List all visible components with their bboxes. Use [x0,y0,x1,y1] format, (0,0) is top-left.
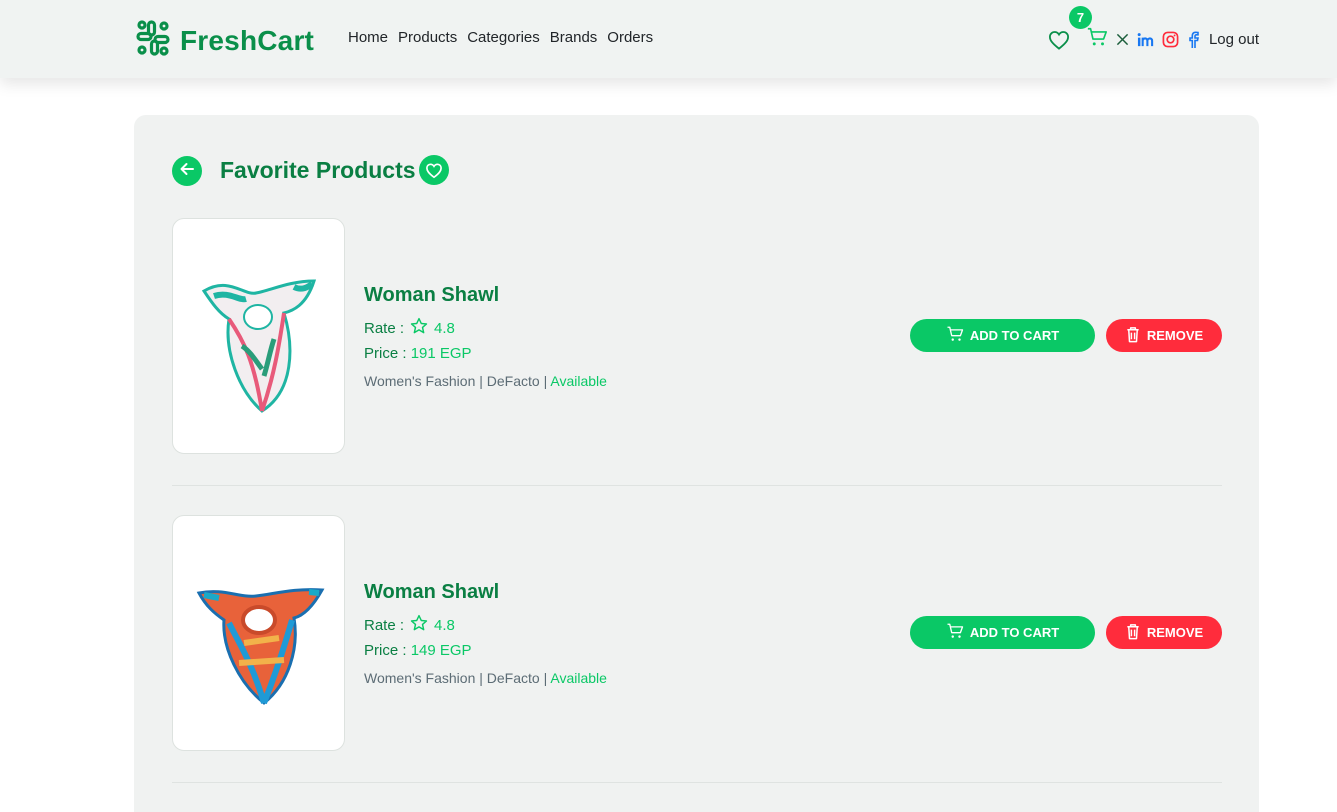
cart-count-badge: 7 [1068,6,1092,29]
navbar: FreshCart Home Products Categories Brand… [0,0,1337,78]
rate-label: Rate : [364,319,405,337]
nav-link-brands[interactable]: Brands [550,29,598,46]
product-image[interactable] [172,218,345,454]
price-value: 149 EGP [410,642,472,659]
favorite-item: Woman Shawl Rate : 4.8 Price : 149 EGP W… [172,515,1222,783]
availability-status: Available [550,373,607,389]
brand[interactable]: FreshCart [134,19,314,62]
remove-label: REMOVE [1146,625,1204,640]
product-meta: Women's Fashion | DeFacto | Available [364,670,607,686]
nav-link-home[interactable]: Home [348,29,388,46]
nav-right: 7 Log out [1048,6,1259,53]
price-value: 191 EGP [410,345,472,362]
brand-logo-icon [134,19,172,62]
logout-link[interactable]: Log out [1209,31,1259,48]
nav-link-categories[interactable]: Categories [467,29,540,46]
instagram-icon[interactable] [1162,31,1179,48]
rating-value: 4.8 [434,616,455,634]
product-category: Women's Fashion [364,373,476,389]
product-meta: Women's Fashion | DeFacto | Available [364,373,607,389]
product-name[interactable]: Woman Shawl [364,284,499,307]
add-to-cart-button[interactable]: ADD TO CART [910,319,1095,352]
arrow-left-icon [179,161,195,182]
product-category: Women's Fashion [364,670,476,686]
cart-icon [1086,27,1108,52]
add-to-cart-label: ADD TO CART [969,328,1060,343]
product-brand: DeFacto [486,670,540,686]
product-rating: Rate : 4.8 [364,614,455,636]
favorites-panel: Favorite Products Woman Shawl Rate : 4.8… [134,115,1259,812]
cart-icon [946,325,964,346]
facebook-icon[interactable] [1187,30,1199,49]
price-label: Price : [364,642,407,659]
product-image[interactable] [172,515,345,751]
product-rating: Rate : 4.8 [364,317,455,339]
remove-label: REMOVE [1146,328,1204,343]
cart-button[interactable]: 7 [1068,6,1108,53]
product-name[interactable]: Woman Shawl [364,581,499,604]
availability-status: Available [550,670,607,686]
rating-value: 4.8 [434,319,455,337]
add-to-cart-button[interactable]: ADD TO CART [910,616,1095,649]
nav-link-orders[interactable]: Orders [607,29,653,46]
heart-icon [419,155,449,185]
product-price: Price : 149 EGP [364,642,472,659]
price-label: Price : [364,345,407,362]
nav-link-products[interactable]: Products [398,29,457,46]
back-button[interactable] [172,156,202,186]
product-brand: DeFacto [486,373,540,389]
remove-button[interactable]: REMOVE [1106,616,1222,649]
star-icon [410,614,428,636]
favorite-item: Woman Shawl Rate : 4.8 Price : 191 EGP W… [172,218,1222,486]
rate-label: Rate : [364,616,405,634]
heart-icon[interactable] [1048,30,1070,50]
trash-icon [1125,623,1141,643]
main-nav: Home Products Categories Brands Orders [348,29,653,46]
linkedin-icon[interactable] [1137,32,1154,48]
cart-icon [946,622,964,643]
star-icon [410,317,428,339]
x-twitter-icon[interactable] [1116,33,1129,46]
page-title: Favorite Products [220,157,416,183]
trash-icon [1125,326,1141,346]
remove-button[interactable]: REMOVE [1106,319,1222,352]
product-price: Price : 191 EGP [364,345,472,362]
brand-name: FreshCart [180,24,315,56]
add-to-cart-label: ADD TO CART [969,625,1060,640]
